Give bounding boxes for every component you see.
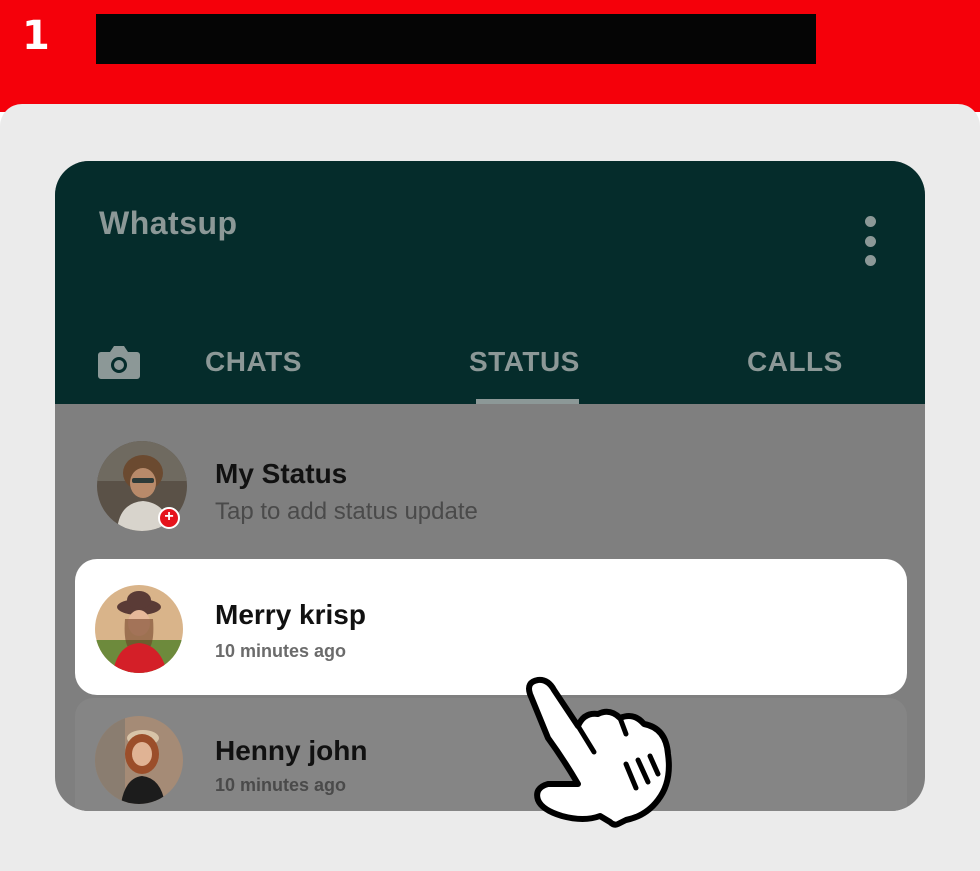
status-time-henny: 10 minutes ago [215, 775, 347, 795]
my-status-subtitle: Tap to add status update [215, 498, 478, 525]
henny-avatar[interactable] [95, 716, 183, 804]
status-row-merry[interactable]: Merry krisp 10 minutes ago [75, 559, 907, 695]
active-tab-indicator [476, 399, 579, 404]
tab-status[interactable]: STATUS [469, 344, 580, 380]
hand-pointer-icon [526, 676, 672, 828]
phone-screen: Whatsup CHATS STATUS CALLS My Status Tap… [55, 161, 925, 811]
camera-icon[interactable] [97, 344, 141, 380]
step-title-redacted [96, 14, 816, 64]
tab-chats[interactable]: CHATS [205, 344, 302, 380]
my-status-name: My Status [215, 458, 348, 489]
status-name-henny: Henny john [215, 735, 368, 766]
status-row-background [75, 698, 907, 811]
status-name-merry: Merry krisp [215, 599, 366, 630]
status-time-merry: 10 minutes ago [215, 641, 347, 661]
app-header: Whatsup CHATS STATUS CALLS [55, 161, 925, 404]
tab-calls[interactable]: CALLS [747, 344, 843, 380]
step-number: 1 [22, 13, 50, 59]
more-vertical-icon[interactable] [860, 216, 880, 266]
merry-avatar [95, 585, 183, 673]
app-title: Whatsup [99, 205, 238, 241]
add-status-plus-icon[interactable]: + [158, 507, 180, 529]
